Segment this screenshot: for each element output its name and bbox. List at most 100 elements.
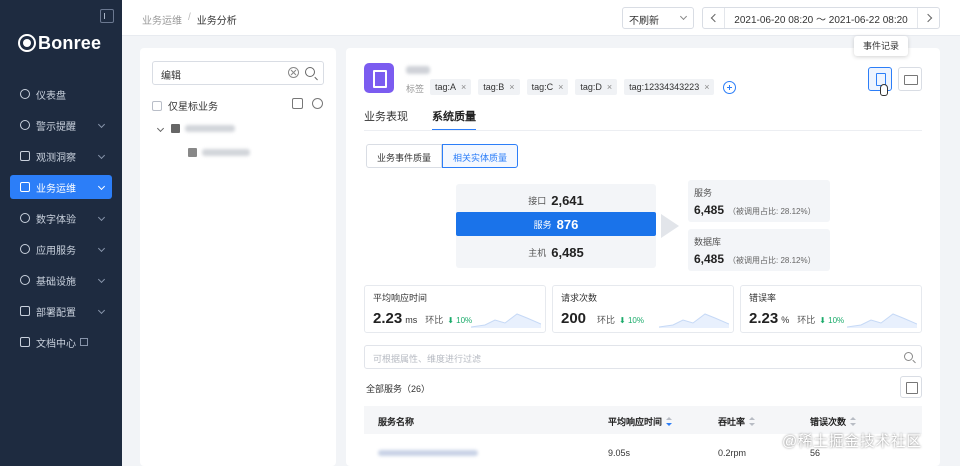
metric-value: 2.23 bbox=[749, 310, 779, 327]
dashboard-icon bbox=[20, 89, 30, 99]
sidebar-item-label: 警示提醒 bbox=[36, 121, 76, 133]
metric-title: 平均响应时间 bbox=[373, 293, 428, 303]
service-filter-input[interactable]: 可根据属性、维度进行过滤 bbox=[364, 345, 922, 369]
col-avg-response[interactable]: 平均响应时间 bbox=[608, 415, 673, 428]
sidebar-item-infrastructure[interactable]: 基础设施 bbox=[10, 268, 112, 292]
sidebar-item-docs[interactable]: 文档中心 bbox=[10, 330, 112, 354]
chevron-down-icon bbox=[97, 213, 106, 222]
tree-node-group[interactable] bbox=[156, 124, 235, 133]
sidebar-item-insight[interactable]: 观测洞察 bbox=[10, 144, 112, 168]
breadcrumb-separator: / bbox=[188, 12, 191, 23]
tag-item: tag:A × bbox=[430, 79, 472, 95]
tabs-divider bbox=[364, 130, 922, 131]
folder-add-icon[interactable] bbox=[292, 98, 303, 109]
tag-remove-icon[interactable]: × bbox=[607, 82, 612, 92]
sidebar-item-user-experience[interactable]: 数字体验 bbox=[10, 206, 112, 230]
watermark-text: @稀土掘金技术社区 bbox=[782, 433, 922, 450]
chevron-down-icon bbox=[97, 120, 106, 129]
sidebar-item-alerts[interactable]: 警示提醒 bbox=[10, 113, 112, 137]
add-tag-icon[interactable] bbox=[723, 81, 737, 94]
tree-node-label-redacted bbox=[185, 125, 235, 132]
tag-remove-icon[interactable]: × bbox=[704, 82, 709, 92]
tag-remove-icon[interactable]: × bbox=[558, 82, 563, 92]
column-label: 吞吐率 bbox=[718, 417, 746, 427]
metric-card-error-rate[interactable]: 错误率 2.23 % 环比 ⬇ 10% bbox=[740, 285, 922, 333]
business-tree-panel: 编辑 仅星标业务 bbox=[140, 48, 336, 466]
sidebar-item-app-service[interactable]: 应用服务 bbox=[10, 237, 112, 261]
topology-arrow-icon bbox=[661, 214, 679, 238]
sidebar-item-deploy-config[interactable]: 部署配置 bbox=[10, 299, 112, 323]
sidebar-nav: 仪表盘 警示提醒 观测洞察 业务运维 数字体验 应用服务 基础设施 部署配置 文… bbox=[0, 82, 122, 361]
sidebar-item-dashboard[interactable]: 仪表盘 bbox=[10, 82, 112, 106]
entity-host[interactable]: 主机 6,485 bbox=[456, 240, 656, 264]
tag-item: tag:B × bbox=[478, 79, 520, 95]
refresh-select[interactable]: 不刷新 bbox=[622, 7, 694, 29]
metric-card-request-count[interactable]: 请求次数 200 环比 ⬇ 10% bbox=[552, 285, 734, 333]
sidebar-item-business-ops[interactable]: 业务运维 bbox=[10, 175, 112, 199]
sort-icon[interactable] bbox=[850, 417, 857, 426]
tag-text: tag:D bbox=[580, 82, 602, 92]
breadcrumb-parent[interactable]: 业务运维 bbox=[142, 12, 182, 27]
external-link-icon bbox=[80, 338, 88, 346]
tag-remove-icon[interactable]: × bbox=[461, 82, 466, 92]
column-settings-button[interactable] bbox=[900, 376, 922, 398]
entity-interface[interactable]: 接口 2,641 bbox=[456, 188, 656, 212]
entity-count: 876 bbox=[556, 216, 579, 232]
column-label: 错误次数 bbox=[810, 417, 847, 427]
col-throughput[interactable]: 吞吐率 bbox=[718, 415, 756, 428]
business-search-input[interactable]: 编辑 bbox=[152, 61, 324, 85]
search-icon[interactable] bbox=[904, 352, 913, 361]
tags-label: 标签 bbox=[406, 84, 425, 94]
tab-business-performance[interactable]: 业务表现 bbox=[364, 108, 408, 131]
breadcrumb-current: 业务分析 bbox=[196, 16, 237, 27]
sort-icon[interactable] bbox=[749, 417, 756, 426]
metric-unit: ms bbox=[405, 315, 418, 325]
tag-item: tag:C × bbox=[526, 79, 569, 95]
sort-icon[interactable] bbox=[666, 417, 673, 426]
metric-value: 200 bbox=[561, 310, 587, 327]
metric-value: 2.23 bbox=[373, 310, 403, 327]
metric-compare-label: 环比 bbox=[797, 315, 816, 325]
sidebar: Bonree 仪表盘 警示提醒 观测洞察 业务运维 数字体验 应用服务 基础设施… bbox=[0, 0, 122, 466]
next-period-icon[interactable] bbox=[917, 8, 939, 28]
related-entity-quality-button[interactable]: 相关实体质量 bbox=[442, 144, 519, 168]
metric-delta: ⬇ 10% bbox=[619, 316, 644, 325]
dependency-card-service[interactable]: 服务 6,485 （被调用占比: 28.12%） bbox=[688, 180, 830, 222]
entity-label: 服务 bbox=[533, 219, 552, 230]
tag-text: tag:C bbox=[531, 82, 554, 92]
time-range-text[interactable]: 2021-06-20 08:20 ～ 2021-06-22 08:20 bbox=[725, 11, 917, 26]
caret-down-icon[interactable] bbox=[156, 124, 165, 133]
tree-node-business[interactable] bbox=[188, 148, 250, 157]
service-name-redacted[interactable] bbox=[378, 450, 478, 456]
metric-title: 错误率 bbox=[749, 293, 777, 303]
only-star-filter[interactable]: 仅星标业务 bbox=[152, 98, 218, 113]
logo: Bonree bbox=[18, 32, 101, 54]
business-event-quality-button[interactable]: 业务事件质量 bbox=[366, 144, 443, 168]
metric-card-avg-response[interactable]: 平均响应时间 2.23 ms 环比 ⬇ 10% bbox=[364, 285, 546, 333]
entity-service[interactable]: 服务 876 bbox=[456, 212, 656, 236]
metric-unit: % bbox=[781, 315, 790, 325]
split-view-button[interactable] bbox=[898, 67, 922, 91]
filter-placeholder: 可根据属性、维度进行过滤 bbox=[373, 354, 482, 364]
entity-count: 6,485 bbox=[551, 244, 584, 260]
time-range-picker[interactable]: 2021-06-20 08:20 ～ 2021-06-22 08:20 bbox=[702, 7, 940, 29]
sidebar-item-label: 数字体验 bbox=[36, 214, 76, 226]
tag-remove-icon[interactable]: × bbox=[509, 82, 514, 92]
settings-icon[interactable] bbox=[312, 98, 323, 109]
quality-toggle: 业务事件质量 相关实体质量 bbox=[366, 144, 519, 168]
refresh-select-value: 不刷新 bbox=[629, 16, 659, 27]
chevron-down-icon bbox=[97, 306, 106, 315]
entity-topology: 接口 2,641 服务 876 主机 6,485 bbox=[456, 184, 656, 268]
chevron-down-icon bbox=[97, 182, 106, 191]
clear-icon[interactable] bbox=[288, 67, 299, 78]
breadcrumb: 业务运维 / 业务分析 bbox=[142, 12, 237, 27]
only-star-checkbox[interactable] bbox=[152, 100, 162, 111]
dependency-count: 6,485 bbox=[694, 203, 725, 217]
col-error-count[interactable]: 错误次数 bbox=[810, 415, 857, 428]
prev-period-icon[interactable] bbox=[703, 8, 725, 28]
search-icon[interactable] bbox=[305, 67, 315, 77]
col-service-name: 服务名称 bbox=[378, 415, 414, 428]
sidebar-collapse-icon[interactable] bbox=[100, 9, 114, 23]
tab-system-quality[interactable]: 系统质量 bbox=[432, 108, 476, 131]
dependency-card-database[interactable]: 数据库 6,485 （被调用占比: 28.12%） bbox=[688, 229, 830, 271]
